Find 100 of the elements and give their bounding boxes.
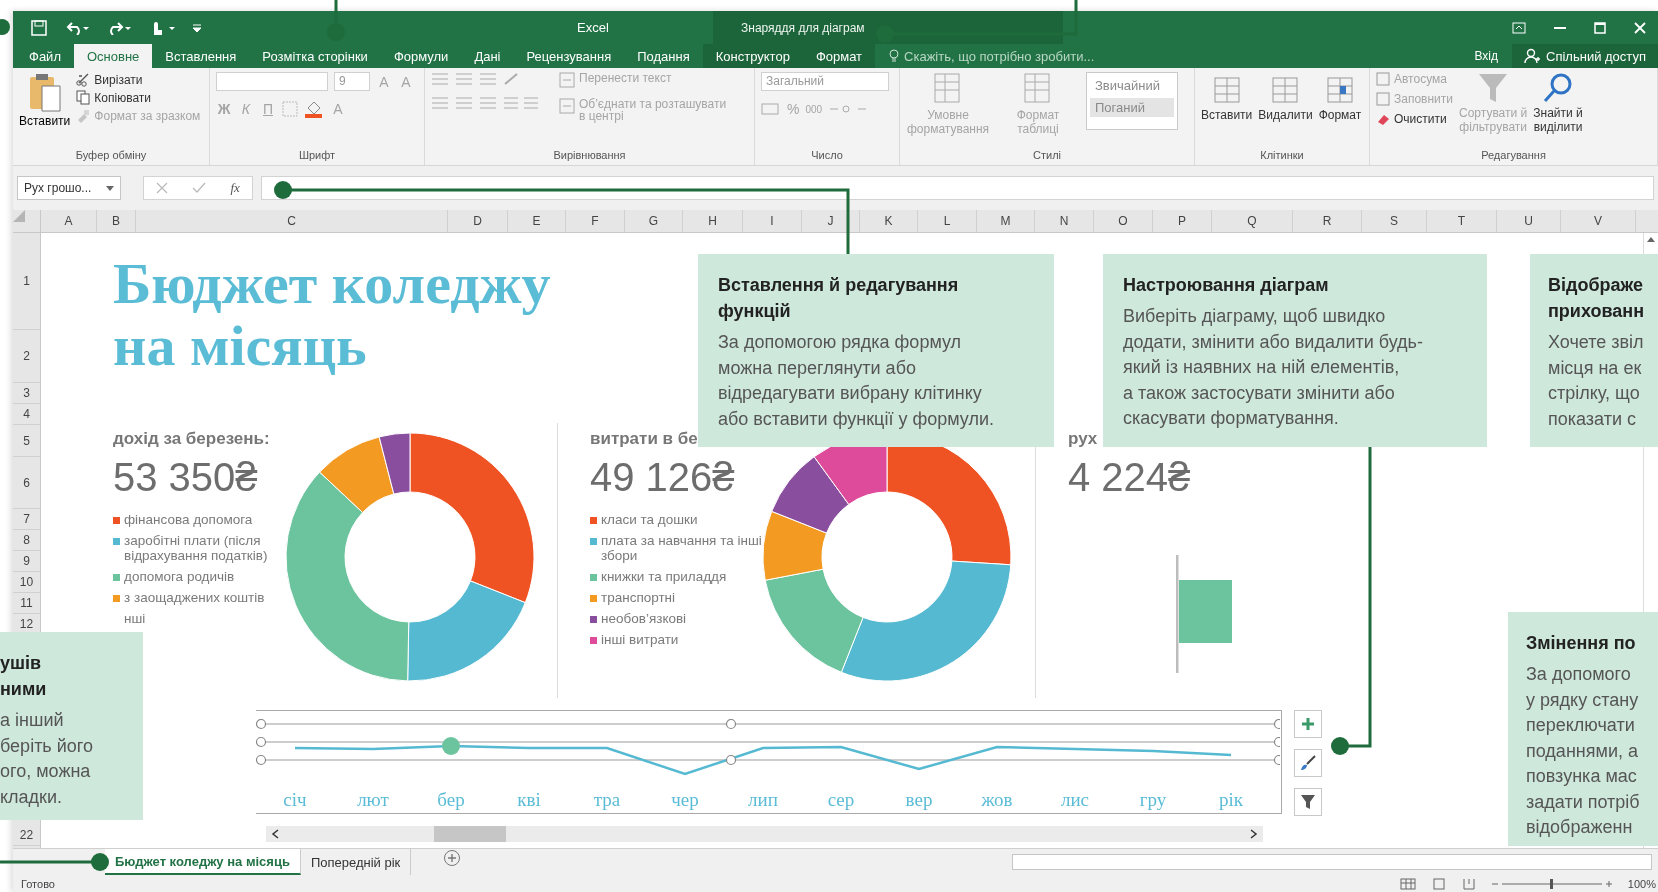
resize-handle[interactable]: [1273, 719, 1280, 730]
resize-handle[interactable]: [1273, 736, 1280, 748]
column-header[interactable]: I: [743, 210, 802, 232]
row-header[interactable]: 1: [13, 233, 40, 330]
resize-handle[interactable]: [256, 754, 267, 766]
chart-styles-button[interactable]: [1294, 749, 1322, 777]
column-header[interactable]: L: [918, 210, 977, 232]
ribbon-tab[interactable]: Розмітка сторінки: [249, 44, 381, 68]
row-header[interactable]: 10: [13, 572, 40, 593]
column-header[interactable]: C: [136, 210, 448, 232]
tell-me-field[interactable]: Скажіть, що потрібно зробити...: [904, 48, 1145, 64]
sign-in-link[interactable]: Вхід: [1460, 44, 1513, 68]
callout-title: Змінення по: [1526, 632, 1637, 655]
column-header[interactable]: S: [1362, 210, 1427, 232]
row-header[interactable]: 4: [13, 404, 40, 425]
row-header[interactable]: 9: [13, 551, 40, 572]
ribbon-tab[interactable]: Рецензування: [513, 44, 625, 68]
resize-handle[interactable]: [1273, 754, 1280, 766]
month-label: січ: [282, 789, 308, 811]
row-header[interactable]: 2: [13, 330, 40, 383]
formula-input[interactable]: [261, 176, 1654, 200]
horizontal-scrollbar[interactable]: [266, 826, 1263, 842]
callout-text: а інший беріть його ого, можна кладки.: [0, 709, 94, 809]
total-amount: 4 224₴: [1068, 455, 1191, 500]
resize-handle[interactable]: [256, 736, 267, 748]
customize-icon: [193, 22, 201, 33]
callout-title: Настроювання діаграм: [1123, 274, 1330, 297]
column-header[interactable]: O: [1094, 210, 1153, 232]
column-header[interactable]: M: [977, 210, 1035, 232]
ribbon-tab[interactable]: Дані: [461, 44, 514, 68]
column-header[interactable]: U: [1497, 210, 1561, 232]
add-sheet-icon: [443, 849, 462, 867]
column-header[interactable]: Q: [1212, 210, 1293, 232]
share-button[interactable]: Спільний доступ: [1512, 44, 1658, 68]
column-header[interactable]: V: [1561, 210, 1636, 232]
column-header[interactable]: B: [97, 210, 136, 232]
column-header[interactable]: J: [802, 210, 860, 232]
resize-handle[interactable]: [725, 754, 737, 766]
column-header[interactable]: R: [1293, 210, 1362, 232]
column-header[interactable]: H: [683, 210, 743, 232]
column-header[interactable]: N: [1035, 210, 1094, 232]
row-header[interactable]: 3: [13, 383, 40, 404]
column-header[interactable]: D: [448, 210, 508, 232]
align-center-icon: [455, 96, 473, 110]
month-label: сер: [826, 789, 856, 811]
cell-style-option[interactable]: Звичайний: [1090, 76, 1174, 95]
group-label: Число: [810, 149, 844, 163]
sheet-tab[interactable]: Бюджет коледжу на місяць: [105, 849, 301, 875]
zoom-level[interactable]: 100%: [1627, 877, 1658, 890]
chart-elements-button[interactable]: [1294, 710, 1322, 738]
total-amount: 49 126₴: [590, 455, 735, 500]
ribbon-tab[interactable]: Подання: [624, 44, 703, 68]
funnel-icon: [1300, 794, 1316, 810]
row-header[interactable]: 8: [13, 530, 40, 551]
paste-button[interactable]: Вставити: [19, 72, 71, 149]
editing-action[interactable]: Знайти й виділити: [1533, 72, 1583, 149]
maximize-icon: [1594, 21, 1606, 34]
group-label: Вирівнювання: [552, 149, 627, 163]
callout-title: Вставлення й редагування функцій: [718, 274, 960, 323]
resize-handle[interactable]: [256, 719, 267, 730]
resize-handle[interactable]: [725, 719, 737, 730]
legend-label: інші витрати: [601, 632, 679, 647]
column-header[interactable]: G: [625, 210, 683, 232]
column-header[interactable]: F: [566, 210, 625, 232]
column-header[interactable]: T: [1427, 210, 1497, 232]
editing-action[interactable]: Очистити: [1376, 112, 1453, 126]
ribbon-tab[interactable]: Вставлення: [152, 44, 250, 68]
month-label: лют: [356, 789, 390, 811]
clipboard-action[interactable]: Копіювати: [76, 90, 201, 105]
month-label: лис: [1059, 789, 1091, 811]
row-header[interactable]: 11: [13, 593, 40, 614]
callout-text: Виберіть діаграму, щоб швидко додати, змінити або видалити будь- який із наявних на ній елементів, а також застосувати змінити або скасувати форматування.: [1123, 305, 1424, 430]
font-name-field[interactable]: [216, 72, 328, 91]
row-header[interactable]: 6: [13, 457, 40, 509]
insert-function-button[interactable]: fx: [230, 180, 240, 196]
plus-icon: [1301, 717, 1315, 731]
row-header[interactable]: 7: [13, 509, 40, 530]
cells-action[interactable]: Видалити: [1258, 74, 1313, 149]
column-header[interactable]: K: [860, 210, 918, 232]
clipboard-icon: [27, 72, 62, 112]
row-header[interactable]: 22: [13, 825, 40, 846]
month-label: вер: [904, 789, 934, 811]
total-amount: 53 350₴: [113, 455, 258, 500]
ribbon-tab[interactable]: Основне: [73, 44, 153, 68]
name-box[interactable]: Рух грошо...: [17, 176, 121, 200]
cells-action[interactable]: Формат: [1318, 74, 1362, 149]
column-header[interactable]: P: [1153, 210, 1212, 232]
column-header[interactable]: E: [508, 210, 566, 232]
ribbon-tab[interactable]: Конструктор: [702, 44, 803, 68]
ribbon-tab[interactable]: Формули: [380, 44, 462, 68]
cells-action[interactable]: Вставити: [1201, 74, 1253, 149]
horizontal-scrollbar[interactable]: [1012, 854, 1652, 870]
align-left-icon: [431, 96, 449, 110]
indent-icon: [503, 96, 539, 110]
column-header[interactable]: A: [41, 210, 97, 232]
ribbon-tab[interactable]: Формат: [802, 44, 876, 68]
row-header[interactable]: 5: [13, 425, 40, 457]
ribbon-tab[interactable]: Файл: [13, 44, 74, 68]
clipboard-action[interactable]: Вирізати: [76, 72, 201, 87]
chart-filter-button[interactable]: [1294, 788, 1322, 816]
